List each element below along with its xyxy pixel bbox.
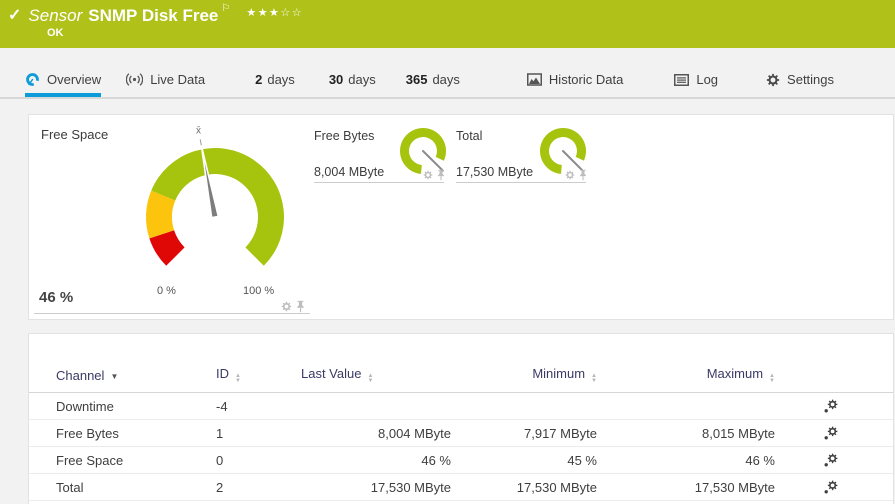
status-check-icon: ✓ [8,5,21,27]
channel-last-value [301,393,451,420]
free-bytes-label: Free Bytes [314,129,374,143]
tab-label: days [432,72,459,87]
channel-id: -4 [216,393,301,420]
channel-settings-icon[interactable] [823,398,893,414]
tab-label: Log [696,72,718,87]
column-header-last-value[interactable]: Last Value▲▼ [301,334,451,393]
table-row: Free Space 0 46 % 45 % 46 % [29,447,893,474]
channel-last-value: 8,004 MByte [301,420,451,447]
channel-id: 0 [216,447,301,474]
column-header-actions [775,334,893,393]
tile-divider [314,182,444,183]
status-badge: OK [47,27,64,39]
sort-desc-icon: ▼ [110,372,118,381]
table-row: Downtime -4 [29,393,893,420]
gear-icon[interactable] [281,301,292,312]
tab-label: Historic Data [549,72,623,87]
tab-number: 30 [329,72,343,87]
log-icon [674,74,689,86]
free-space-value: 46 % [39,289,73,306]
sensor-header: ✓ Sensor SNMP Disk Free ⚐ ★★★☆☆ OK [0,0,895,48]
tab-number: 2 [255,72,262,87]
gear-icon[interactable] [423,170,433,180]
sort-icon: ▲▼ [769,374,775,384]
tab-bar: Overview Live Data 2 days 30 days 365 da… [0,48,895,99]
gauge-min-label: 0 % [157,285,176,297]
tab-live-data[interactable]: Live Data [126,62,205,97]
priority-stars[interactable]: ★★★☆☆ [246,6,303,19]
gear-icon[interactable] [565,170,575,180]
gauge-icon [25,72,40,87]
channel-settings-icon[interactable] [823,479,893,495]
free-space-gauge-title: Free Space [41,127,108,142]
overview-gauges-panel: Free Space x̄ 0 % 100 % 46 % Free Bytes … [28,114,894,320]
tab-2-days[interactable]: 2 days [255,62,295,97]
page-title: SNMP Disk Free [88,5,218,27]
sort-icon: ▲▼ [235,374,241,384]
tab-label: Settings [787,72,834,87]
tab-label: Live Data [150,72,205,87]
channels-table: Channel▼ ID▲▼ Last Value▲▼ Minimum▲▼ Max… [29,334,893,501]
tab-label: days [267,72,294,87]
tile-actions [565,169,588,181]
tile-actions [423,169,446,181]
tile-divider [34,313,310,314]
table-row: Free Bytes 1 8,004 MByte 7,917 MByte 8,0… [29,420,893,447]
tab-historic-data[interactable]: Historic Data [527,62,623,97]
channel-name: Total [29,474,216,501]
svg-text:x̄: x̄ [196,126,201,137]
sort-icon: ▲▼ [367,374,373,384]
channel-minimum: 45 % [451,447,597,474]
channel-name: Downtime [29,393,216,420]
tab-label: days [348,72,375,87]
pin-icon[interactable] [578,169,588,181]
channel-maximum: 46 % [597,447,775,474]
column-header-maximum[interactable]: Maximum▲▼ [597,334,775,393]
sort-icon: ▲▼ [591,374,597,384]
tab-number: 365 [406,72,428,87]
settings-gear-icon [766,73,780,87]
tab-label: Overview [47,72,101,87]
chart-icon [527,73,542,86]
tile-divider [456,182,586,183]
channels-panel: Channel▼ ID▲▼ Last Value▲▼ Minimum▲▼ Max… [28,333,894,504]
tab-settings[interactable]: Settings [766,62,834,97]
tab-log[interactable]: Log [674,62,718,97]
tile-actions [281,300,306,313]
free-space-gauge: x̄ [129,123,319,308]
table-header-row: Channel▼ ID▲▼ Last Value▲▼ Minimum▲▼ Max… [29,334,893,393]
tab-30-days[interactable]: 30 days [329,62,376,97]
channel-maximum: 17,530 MByte [597,474,775,501]
live-data-icon [126,72,143,87]
channel-settings-icon[interactable] [823,425,893,441]
column-header-id[interactable]: ID▲▼ [216,334,301,393]
gauge-max-label: 100 % [243,285,274,297]
flag-icon[interactable]: ⚐ [221,3,230,14]
pin-icon[interactable] [295,300,306,313]
channel-last-value: 46 % [301,447,451,474]
channel-maximum [597,393,775,420]
pin-icon[interactable] [436,169,446,181]
channel-minimum [451,393,597,420]
column-header-minimum[interactable]: Minimum▲▼ [451,334,597,393]
channel-name: Free Space [29,447,216,474]
channel-maximum: 8,015 MByte [597,420,775,447]
channel-id: 2 [216,474,301,501]
channel-settings-icon[interactable] [823,452,893,468]
channel-last-value: 17,530 MByte [301,474,451,501]
tab-365-days[interactable]: 365 days [406,62,460,97]
sensor-type-label: Sensor [28,5,82,27]
free-bytes-value: 8,004 MByte [314,165,384,179]
channel-minimum: 7,917 MByte [451,420,597,447]
channel-id: 1 [216,420,301,447]
total-value: 17,530 MByte [456,165,533,179]
column-header-channel[interactable]: Channel▼ [29,334,216,393]
channel-minimum: 17,530 MByte [451,474,597,501]
total-label: Total [456,129,482,143]
table-row: Total 2 17,530 MByte 17,530 MByte 17,530… [29,474,893,501]
tab-overview[interactable]: Overview [25,62,101,97]
channel-name: Free Bytes [29,420,216,447]
sensor-title-row: ✓ Sensor SNMP Disk Free ⚐ ★★★☆☆ [8,5,303,27]
